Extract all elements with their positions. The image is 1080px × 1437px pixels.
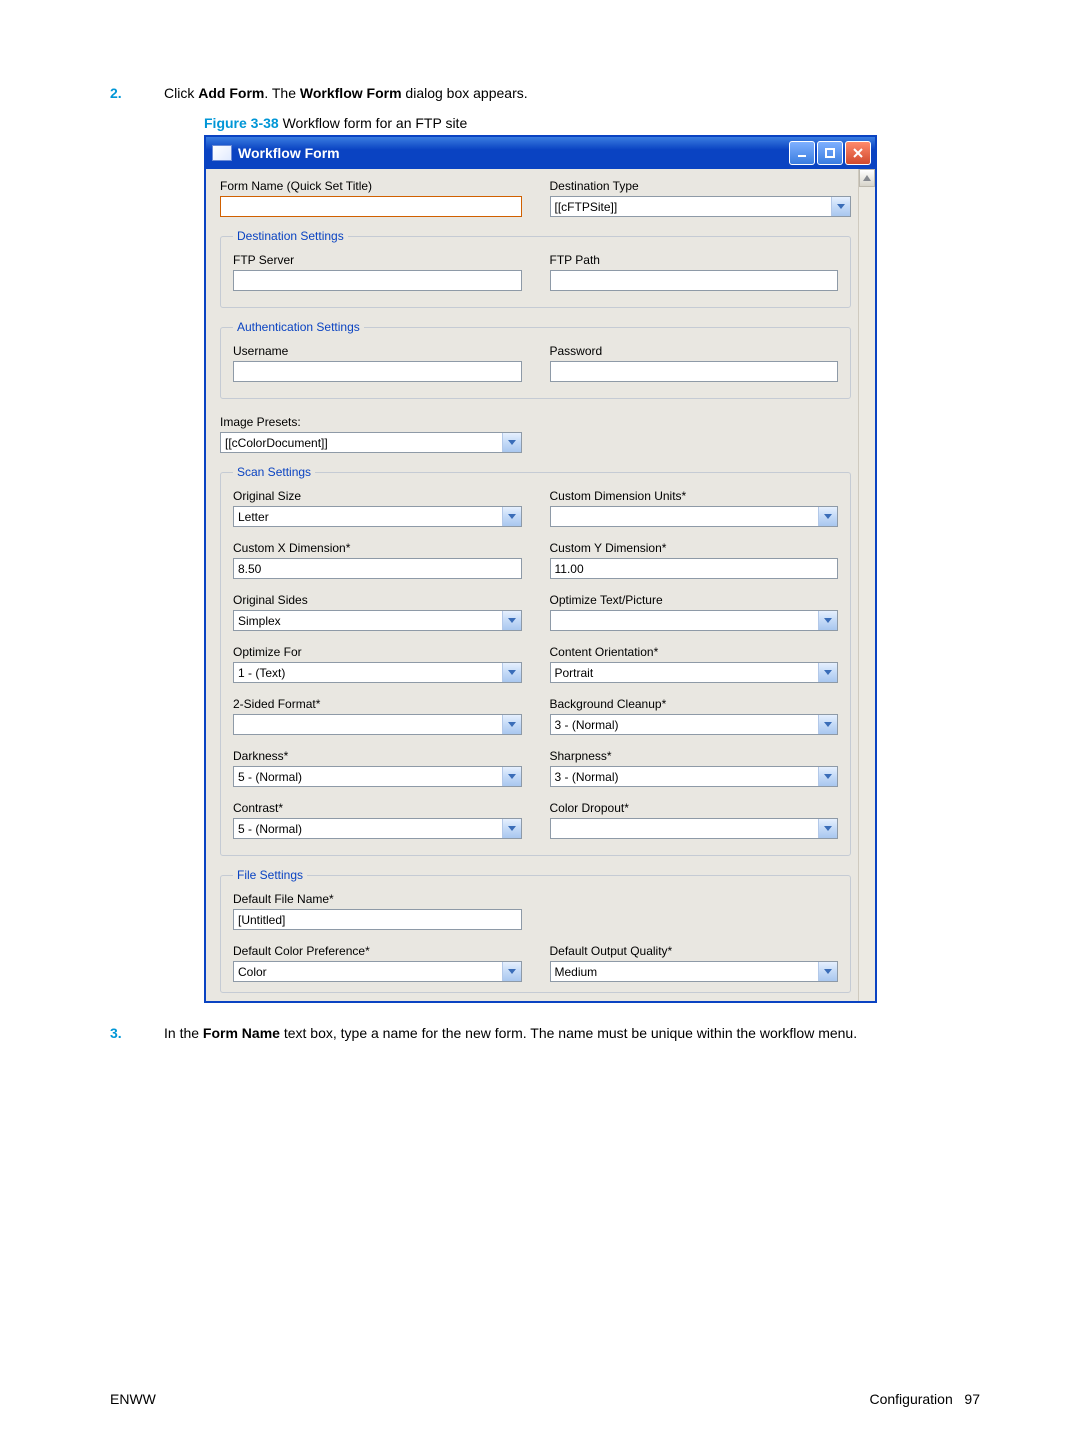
chevron-down-icon [502,433,521,452]
ftp-path-field[interactable] [550,270,839,291]
form-name-label: Form Name (Quick Set Title) [220,179,522,193]
chevron-down-icon [502,767,521,786]
username-label: Username [233,344,522,358]
username-field[interactable] [233,361,522,382]
default-output-quality-select[interactable]: Medium [550,961,839,982]
default-color-preference-label: Default Color Preference* [233,944,522,958]
darkness-label: Darkness* [233,749,522,763]
custom-dimension-units-label: Custom Dimension Units* [550,489,839,503]
destination-type-select[interactable]: [[cFTPSite]] [550,196,852,217]
titlebar-buttons [789,141,871,165]
chevron-down-icon [818,715,837,734]
authentication-settings-group: Authentication Settings Username Passwor… [220,320,851,399]
close-icon [853,148,863,158]
ftp-server-field[interactable] [233,270,522,291]
maximize-icon [825,148,835,158]
titlebar: Workflow Form [206,137,875,169]
scroll-up-icon[interactable] [859,169,875,187]
close-button[interactable] [845,141,871,165]
form-name-field[interactable] [220,196,522,217]
sharpness-select[interactable]: 3 - (Normal) [550,766,839,787]
default-color-preference-select[interactable]: Color [233,961,522,982]
original-size-label: Original Size [233,489,522,503]
background-cleanup-label: Background Cleanup* [550,697,839,711]
password-field[interactable] [550,361,839,382]
figure-caption: Figure 3-38 Workflow form for an FTP sit… [204,115,980,131]
footer-left: ENWW [110,1391,156,1407]
custom-y-label: Custom Y Dimension* [550,541,839,555]
window-title: Workflow Form [238,145,789,161]
ftp-path-label: FTP Path [550,253,839,267]
chevron-down-icon [818,767,837,786]
chevron-down-icon [502,507,521,526]
step-3: 3. In the Form Name text box, type a nam… [110,1025,980,1041]
destination-settings-legend: Destination Settings [233,229,348,243]
file-settings-legend: File Settings [233,868,307,882]
chevron-down-icon [818,962,837,981]
chevron-down-icon [818,663,837,682]
background-cleanup-select[interactable]: 3 - (Normal) [550,714,839,735]
contrast-select[interactable]: 5 - (Normal) [233,818,522,839]
scrollbar[interactable] [858,169,875,1001]
chevron-down-icon [818,611,837,630]
step-2: 2. Click Add Form. The Workflow Form dia… [110,85,980,101]
content-orientation-label: Content Orientation* [550,645,839,659]
default-output-quality-label: Default Output Quality* [550,944,839,958]
color-dropout-select[interactable] [550,818,839,839]
minimize-icon [797,148,807,158]
chevron-down-icon [818,507,837,526]
default-filename-field[interactable]: [Untitled] [233,909,522,930]
scan-settings-legend: Scan Settings [233,465,315,479]
original-sides-select[interactable]: Simplex [233,610,522,631]
destination-type-label: Destination Type [550,179,852,193]
custom-x-label: Custom X Dimension* [233,541,522,555]
two-sided-format-select[interactable] [233,714,522,735]
color-dropout-label: Color Dropout* [550,801,839,815]
minimize-button[interactable] [789,141,815,165]
optimize-text-picture-label: Optimize Text/Picture [550,593,839,607]
file-settings-group: File Settings Default File Name* [Untitl… [220,868,851,993]
app-icon [212,145,232,161]
screenshot-window: Workflow Form [204,135,877,1003]
two-sided-format-label: 2-Sided Format* [233,697,522,711]
custom-y-field[interactable]: 11.00 [550,558,839,579]
chevron-down-icon [818,819,837,838]
chevron-down-icon [502,715,521,734]
original-sides-label: Original Sides [233,593,522,607]
optimize-for-select[interactable]: 1 - (Text) [233,662,522,683]
password-label: Password [550,344,839,358]
chevron-down-icon [502,663,521,682]
content-orientation-select[interactable]: Portrait [550,662,839,683]
authentication-settings-legend: Authentication Settings [233,320,364,334]
chevron-down-icon [502,962,521,981]
client-area: Form Name (Quick Set Title) Destination … [206,169,875,1001]
scan-settings-group: Scan Settings Original Size Letter Custo… [220,465,851,856]
default-filename-label: Default File Name* [233,892,522,906]
custom-x-field[interactable]: 8.50 [233,558,522,579]
step-text: Click Add Form. The Workflow Form dialog… [164,85,980,101]
sharpness-label: Sharpness* [550,749,839,763]
maximize-button[interactable] [817,141,843,165]
optimize-for-label: Optimize For [233,645,522,659]
ftp-server-label: FTP Server [233,253,522,267]
image-presets-select[interactable]: [[cColorDocument]] [220,432,522,453]
page-footer: ENWW Configuration 97 [110,1391,980,1407]
chevron-down-icon [502,611,521,630]
image-presets-label: Image Presets: [220,415,522,429]
footer-right: Configuration 97 [869,1391,980,1407]
darkness-select[interactable]: 5 - (Normal) [233,766,522,787]
step-number: 3. [110,1025,164,1041]
destination-settings-group: Destination Settings FTP Server FTP Path [220,229,851,308]
chevron-down-icon [831,197,850,216]
custom-dimension-units-select[interactable] [550,506,839,527]
chevron-down-icon [502,819,521,838]
optimize-text-picture-select[interactable] [550,610,839,631]
step-number: 2. [110,85,164,101]
contrast-label: Contrast* [233,801,522,815]
step-text: In the Form Name text box, type a name f… [164,1025,980,1041]
original-size-select[interactable]: Letter [233,506,522,527]
